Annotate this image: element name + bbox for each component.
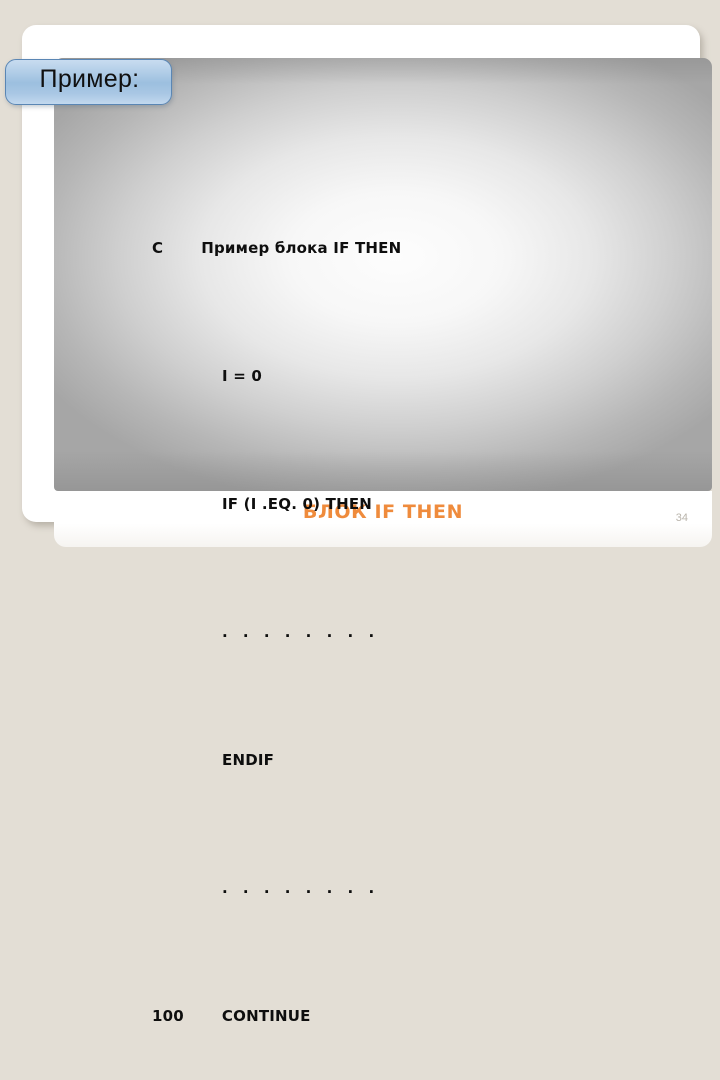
code-line: I = 0 [152, 360, 401, 392]
code-block: C Пример блока IF THEN I = 0 IF (I .EQ. 0… [152, 136, 401, 1080]
code-line: IF (I .EQ. 0) THEN [152, 488, 401, 520]
slide-root: БЛОК IF THEN 34 C Пример блока IF THEN I … [0, 0, 720, 1025]
code-line-text: CONTINUE [221, 1007, 311, 1025]
code-line-label: 100 [152, 1007, 184, 1025]
page-number: 34 [675, 512, 688, 524]
code-line-label: C [152, 239, 164, 257]
code-line-text: IF (I .EQ. 0) THEN [222, 495, 373, 513]
code-line-text: I = 0 [222, 367, 263, 385]
code-line-text: . . . . . . . . [222, 879, 380, 897]
code-line-text: . . . . . . . . [222, 623, 380, 641]
code-line: . . . . . . . . [152, 872, 401, 904]
example-badge-label: Пример: [39, 65, 140, 93]
code-line: C Пример блока IF THEN [152, 232, 401, 264]
code-line: ENDIF [152, 744, 401, 776]
code-line-text: ENDIF [222, 751, 275, 769]
example-badge[interactable]: Пример: [5, 59, 172, 105]
code-line: 100 CONTINUE [152, 1000, 401, 1032]
code-line-text: Пример блока IF THEN [201, 239, 402, 257]
code-line: . . . . . . . . [152, 616, 401, 648]
